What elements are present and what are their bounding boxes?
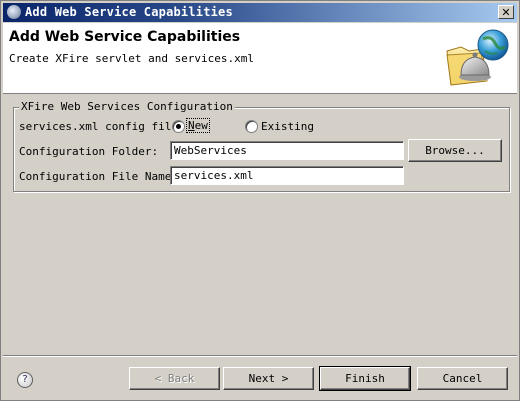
page-description: Create XFire servlet and services.xml [9, 52, 255, 65]
web-service-wizard-icon [446, 29, 509, 86]
radio-existing[interactable] [245, 120, 258, 133]
dialog-window: Add Web Service Capabilities ✕ Add Web S… [0, 0, 520, 401]
help-icon[interactable]: ? [17, 372, 33, 388]
title-bar[interactable]: Add Web Service Capabilities ✕ [3, 3, 517, 22]
close-button[interactable]: ✕ [498, 5, 514, 19]
page-title: Add Web Service Capabilities [9, 29, 241, 45]
radio-new-label[interactable]: New [186, 118, 210, 133]
folder-label: Configuration Folder: [19, 145, 159, 158]
browse-button[interactable]: Browse... [408, 139, 502, 162]
back-button[interactable]: < Back [129, 367, 220, 390]
cancel-button[interactable]: Cancel [417, 367, 508, 390]
config-file-label: services.xml config file [19, 120, 178, 133]
file-name-label: Configuration File Name: [19, 170, 178, 183]
wizard-header: Add Web Service Capabilities Create XFir… [3, 23, 517, 94]
folder-input[interactable]: WebServices [170, 141, 404, 160]
file-name-input[interactable]: services.xml [170, 166, 404, 185]
finish-button[interactable]: Finish [319, 366, 411, 391]
app-icon [7, 5, 21, 19]
footer-separator [3, 355, 517, 357]
radio-new-label-rest: ew [194, 119, 208, 132]
group-legend: XFire Web Services Configuration [19, 100, 235, 113]
radio-new[interactable] [172, 120, 185, 133]
radio-new-mnemonic: N [188, 119, 195, 132]
radio-existing-label[interactable]: Existing [261, 120, 314, 133]
next-button[interactable]: Next > [223, 367, 314, 390]
window-title: Add Web Service Capabilities [25, 5, 233, 19]
